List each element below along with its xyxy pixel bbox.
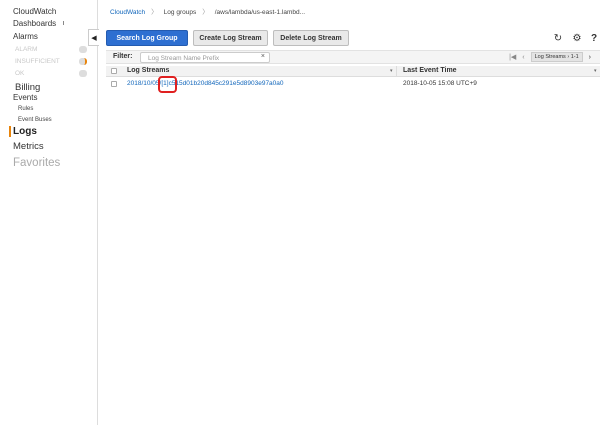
filter-bar: Filter: × |◀ ‹ Log Streams › 1-1 ›	[106, 50, 600, 64]
breadcrumb-current: /aws/lambda/us-east-1.lambd...	[214, 9, 306, 16]
sidebar: CloudWatch Dashboards Alarms ALARM INSUF…	[0, 0, 98, 425]
table-row: 2018/10/05/[1]c515d01b20d845c291e5d8903e…	[106, 78, 600, 90]
active-indicator	[9, 126, 11, 137]
sort-caret-icon[interactable]: ▾	[390, 68, 393, 74]
annotation-highlight	[158, 76, 177, 93]
column-log-streams[interactable]: Log Streams	[127, 67, 169, 74]
filter-label: Filter:	[113, 53, 133, 60]
sidebar-item-event-buses[interactable]: Event Buses	[18, 117, 52, 123]
prev-page-icon[interactable]: ‹	[522, 54, 524, 61]
sidebar-item-insufficient[interactable]: INSUFFICIENT	[15, 58, 60, 65]
sidebar-item-metrics[interactable]: Metrics	[13, 141, 44, 152]
sidebar-item-logs[interactable]: Logs	[13, 126, 37, 137]
next-page-icon[interactable]: ›	[589, 54, 591, 61]
page-range: Log Streams › 1-1	[530, 52, 583, 62]
log-stream-prefix-input[interactable]	[148, 54, 260, 63]
breadcrumb: CloudWatch 〉 Log groups 〉 /aws/lambda/us-eas…	[110, 6, 305, 16]
search-log-group-button[interactable]: Search Log Group	[106, 30, 188, 46]
sort-caret-icon[interactable]: ▾	[594, 68, 597, 74]
sidebar-divider	[63, 21, 64, 25]
insufficient-count-badge	[79, 58, 87, 65]
row-checkbox[interactable]	[111, 81, 117, 87]
alarm-count-badge	[79, 46, 87, 53]
breadcrumb-cloudwatch[interactable]: CloudWatch	[110, 9, 145, 16]
sidebar-item-rules[interactable]: Rules	[18, 106, 33, 112]
select-all-checkbox[interactable]	[111, 68, 117, 74]
breadcrumb-separator-icon: 〉	[202, 9, 209, 16]
last-event-time: 2018-10-05 15:08 UTC+9	[403, 80, 477, 87]
create-log-stream-button[interactable]: Create Log Stream	[193, 30, 268, 46]
collapse-sidebar-icon[interactable]: ◀	[88, 29, 99, 46]
pagination: |◀ ‹ Log Streams › 1-1 ›	[506, 52, 594, 62]
gear-icon[interactable]: ⚙	[571, 32, 583, 44]
clear-filter-icon[interactable]: ×	[261, 53, 265, 60]
help-icon[interactable]: ?	[588, 32, 600, 44]
sidebar-item-ok[interactable]: OK	[15, 70, 24, 77]
column-divider	[396, 66, 397, 77]
ok-count-badge	[79, 70, 87, 77]
refresh-icon[interactable]: ↻	[552, 32, 564, 44]
table-header: Log Streams ▾ Last Event Time ▾	[106, 66, 600, 77]
filter-input-wrapper: ×	[140, 52, 270, 63]
log-stream-link[interactable]: 2018/10/05/[1]c515d01b20d845c291e5d8903e…	[127, 80, 284, 87]
column-last-event-time[interactable]: Last Event Time	[403, 67, 457, 74]
sidebar-item-cloudwatch[interactable]: CloudWatch	[13, 7, 56, 16]
sidebar-item-alarm-state[interactable]: ALARM	[15, 46, 37, 53]
sidebar-item-alarms[interactable]: Alarms	[13, 32, 38, 41]
delete-log-stream-button[interactable]: Delete Log Stream	[273, 30, 349, 46]
sidebar-item-dashboards[interactable]: Dashboards	[13, 19, 56, 28]
breadcrumb-log-groups[interactable]: Log groups	[164, 9, 197, 16]
first-page-icon[interactable]: |◀	[509, 53, 516, 61]
sidebar-item-events[interactable]: Events	[13, 93, 37, 102]
sidebar-item-billing[interactable]: Billing	[15, 82, 40, 93]
breadcrumb-separator-icon: 〉	[151, 9, 158, 16]
sidebar-item-favorites[interactable]: Favorites	[13, 157, 60, 169]
